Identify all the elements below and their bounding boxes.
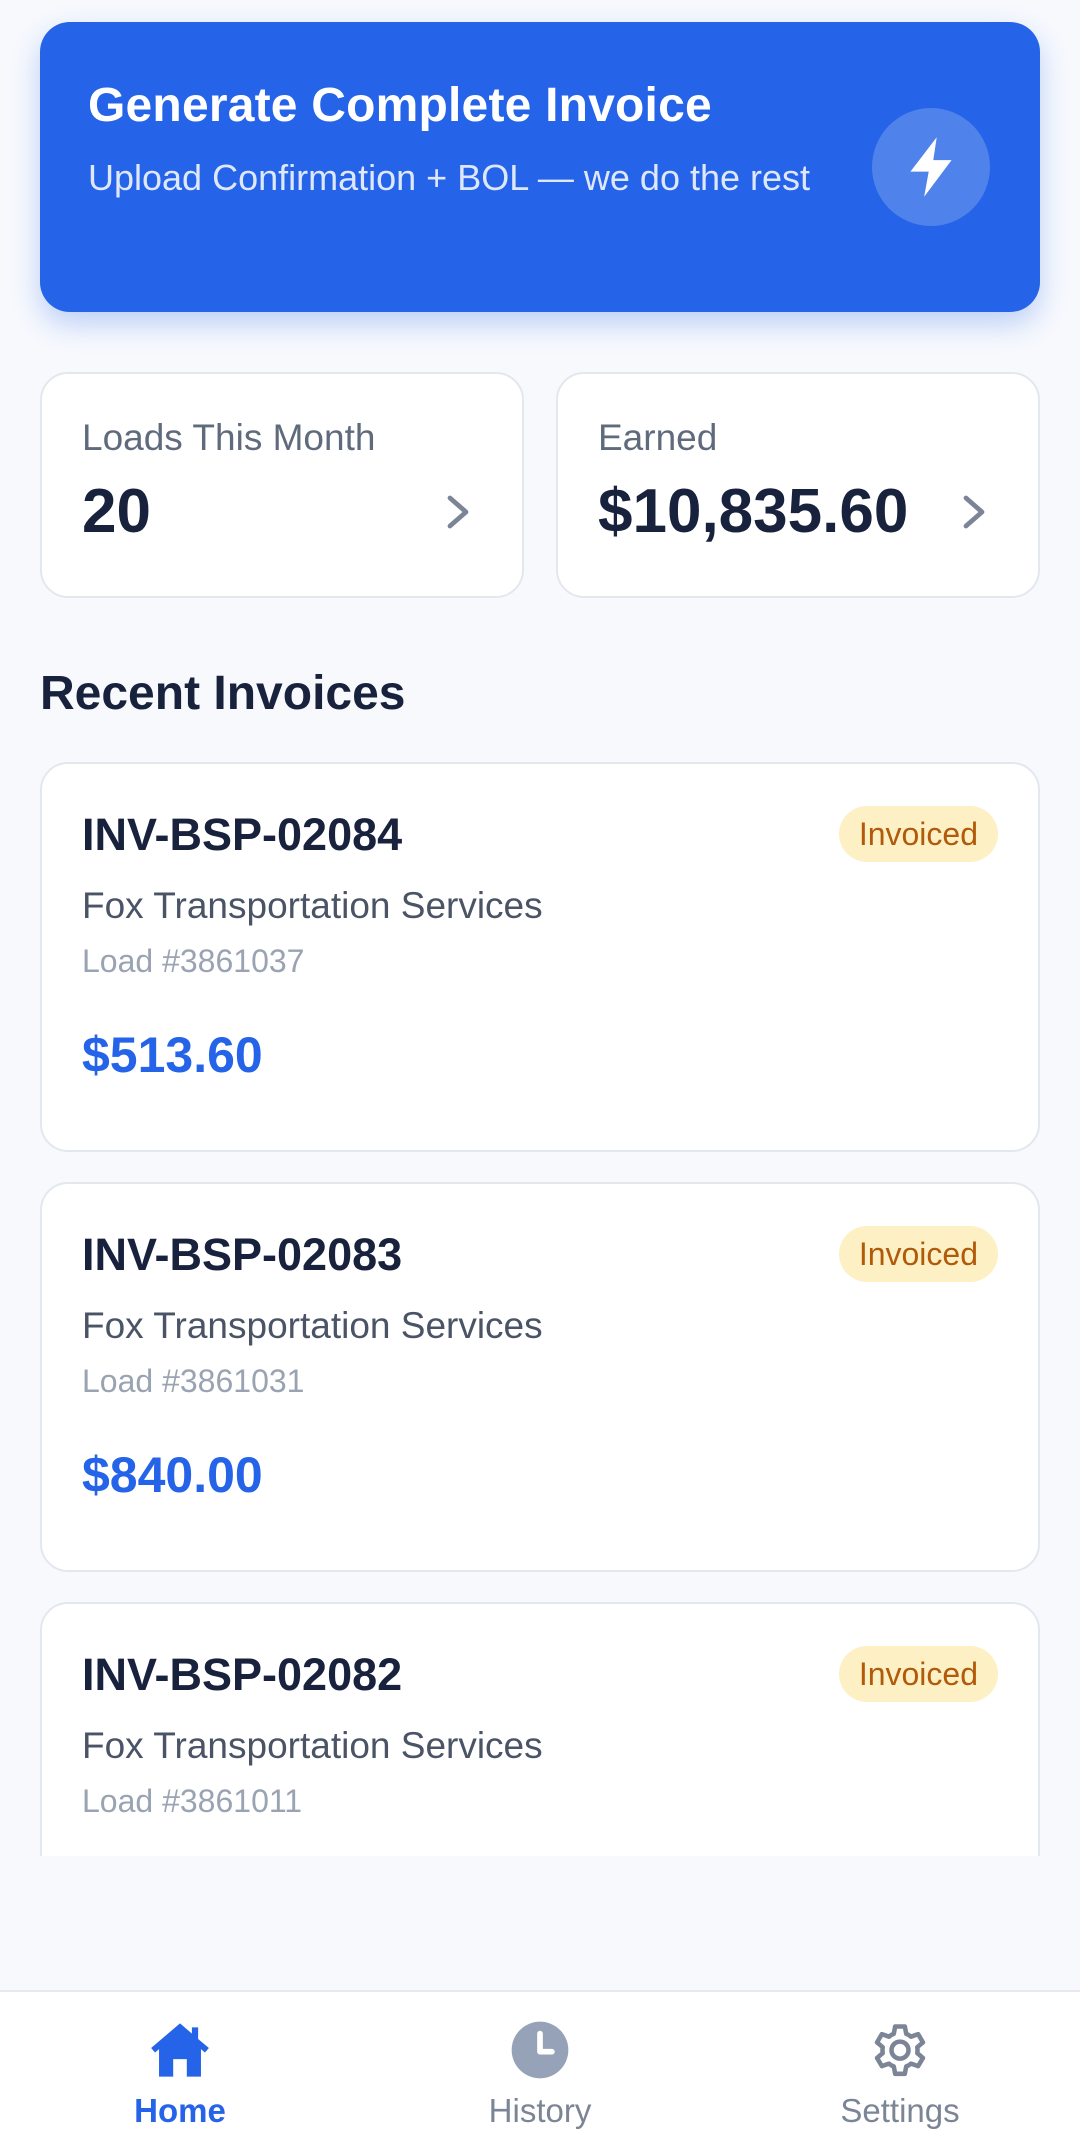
status-badge: Invoiced <box>838 1646 998 1702</box>
earned-label: Earned <box>598 417 718 458</box>
invoice-customer: Fox Transportation Services <box>82 885 543 926</box>
lightning-bolt-icon <box>910 137 952 197</box>
nav-home[interactable]: Home <box>30 1992 330 2130</box>
invoice-amount: $840.00 <box>82 1446 263 1503</box>
home-icon <box>151 2023 209 2077</box>
generate-invoice-banner[interactable]: Generate Complete Invoice Upload Confirm… <box>40 22 1040 312</box>
invoice-card[interactable]: INV-BSP-02083 Fox Transportation Service… <box>40 1182 1040 1572</box>
nav-history-label: History <box>488 2092 592 2129</box>
bottom-navigation: Home History Settings <box>0 1990 1080 2130</box>
chevron-right-icon <box>963 495 985 529</box>
earned-value: $10,835.60 <box>598 477 909 547</box>
invoice-card[interactable]: INV-BSP-02082 Fox Transportation Service… <box>40 1602 1040 1856</box>
loads-label: Loads This Month <box>82 417 376 458</box>
nav-settings-label: Settings <box>840 2092 960 2129</box>
invoice-card[interactable]: INV-BSP-02084 Fox Transportation Service… <box>40 762 1040 1152</box>
hero-title: Generate Complete Invoice <box>88 79 712 132</box>
nav-settings[interactable]: Settings <box>750 1992 1050 2130</box>
invoice-load-number: Load #3861037 <box>82 943 305 980</box>
status-badge: Invoiced <box>838 1226 998 1282</box>
earned-card[interactable]: Earned $10,835.60 <box>556 372 1040 598</box>
status-badge: Invoiced <box>838 806 998 862</box>
invoice-amount: $513.60 <box>82 1026 263 1083</box>
invoice-customer: Fox Transportation Services <box>82 1725 543 1766</box>
lightning-badge <box>872 108 990 226</box>
chevron-right-icon <box>447 495 469 529</box>
invoice-list[interactable]: INV-BSP-02084 Fox Transportation Service… <box>40 762 1040 1856</box>
invoice-customer: Fox Transportation Services <box>82 1305 543 1346</box>
loads-value: 20 <box>82 477 151 547</box>
clock-icon <box>511 2021 569 2079</box>
hero-subtitle: Upload Confirmation + BOL — we do the re… <box>88 156 811 198</box>
nav-history[interactable]: History <box>390 1992 690 2130</box>
home-screen: Generate Complete Invoice Upload Confirm… <box>0 0 1080 2130</box>
nav-home-label: Home <box>134 2092 226 2129</box>
invoice-load-number: Load #3861031 <box>82 1363 305 1400</box>
gear-icon <box>874 2024 926 2077</box>
invoice-load-number: Load #3861011 <box>82 1783 303 1820</box>
loads-this-month-card[interactable]: Loads This Month 20 <box>40 372 524 598</box>
recent-invoices-title: Recent Invoices <box>40 667 406 720</box>
